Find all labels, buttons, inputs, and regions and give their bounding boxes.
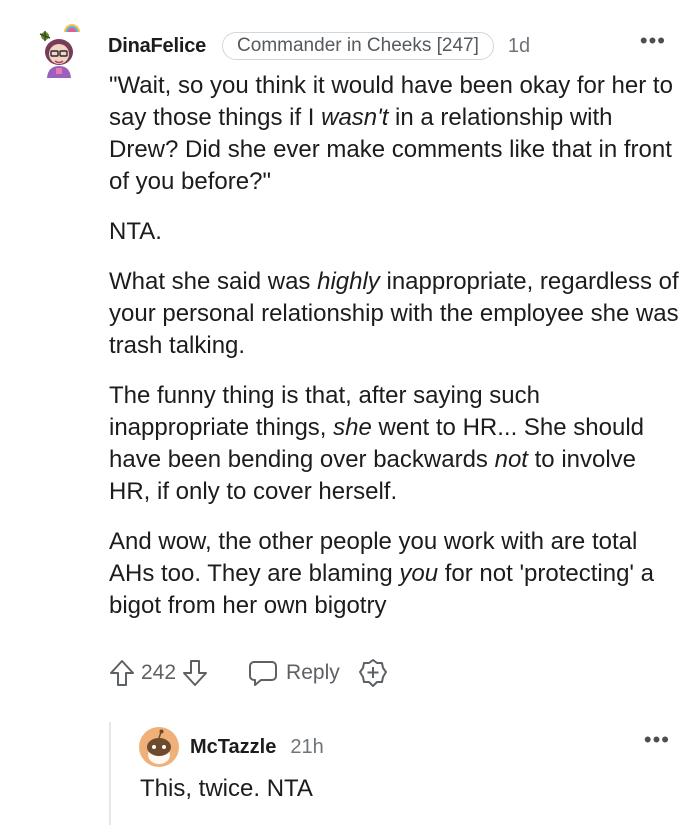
award-button[interactable] <box>358 658 388 688</box>
award-icon <box>358 659 387 687</box>
comment-paragraph: "Wait, so you think it would have been o… <box>109 72 673 195</box>
comment-paragraph: And wow, the other people you work with … <box>109 528 655 619</box>
reply-body: This, twice. NTA <box>140 775 313 802</box>
reply-author[interactable]: McTazzle <box>190 736 276 759</box>
comment-body: "Wait, so you think it would have been o… <box>109 70 679 640</box>
upvote-button[interactable] <box>109 659 135 687</box>
comment-timestamp[interactable]: 1d <box>508 35 530 58</box>
comment-paragraph: The funny thing is that, after saying su… <box>109 382 645 505</box>
comment-paragraph: What she said was highly inappropriate, … <box>109 268 679 359</box>
avatar[interactable] <box>38 22 82 78</box>
reply-timestamp[interactable]: 21h <box>290 736 323 759</box>
comment-paragraph: NTA. <box>109 218 162 245</box>
more-options-icon[interactable]: ••• <box>640 30 666 52</box>
reply-button[interactable]: Reply <box>248 659 340 687</box>
comment-actions: 242 Reply <box>109 652 680 694</box>
upvote-icon <box>110 660 134 686</box>
user-avatar-icon <box>39 24 80 78</box>
reply-icon <box>249 661 278 686</box>
comment-header: DinaFelice Commander in Cheeks [247] 1d … <box>108 30 676 62</box>
vote-score: 242 <box>141 661 177 684</box>
reply-label: Reply <box>286 661 340 684</box>
user-flair: Commander in Cheeks [247] <box>222 32 494 60</box>
downvote-button[interactable] <box>182 659 208 687</box>
downvote-icon <box>183 660 208 686</box>
reply-header: McTazzle 21h <box>190 731 324 763</box>
more-options-icon[interactable]: ••• <box>644 729 670 751</box>
thread-line[interactable] <box>109 722 111 825</box>
reply-avatar[interactable] <box>139 727 179 767</box>
snoo-avatar-icon <box>147 729 171 764</box>
comment-author[interactable]: DinaFelice <box>108 35 206 58</box>
